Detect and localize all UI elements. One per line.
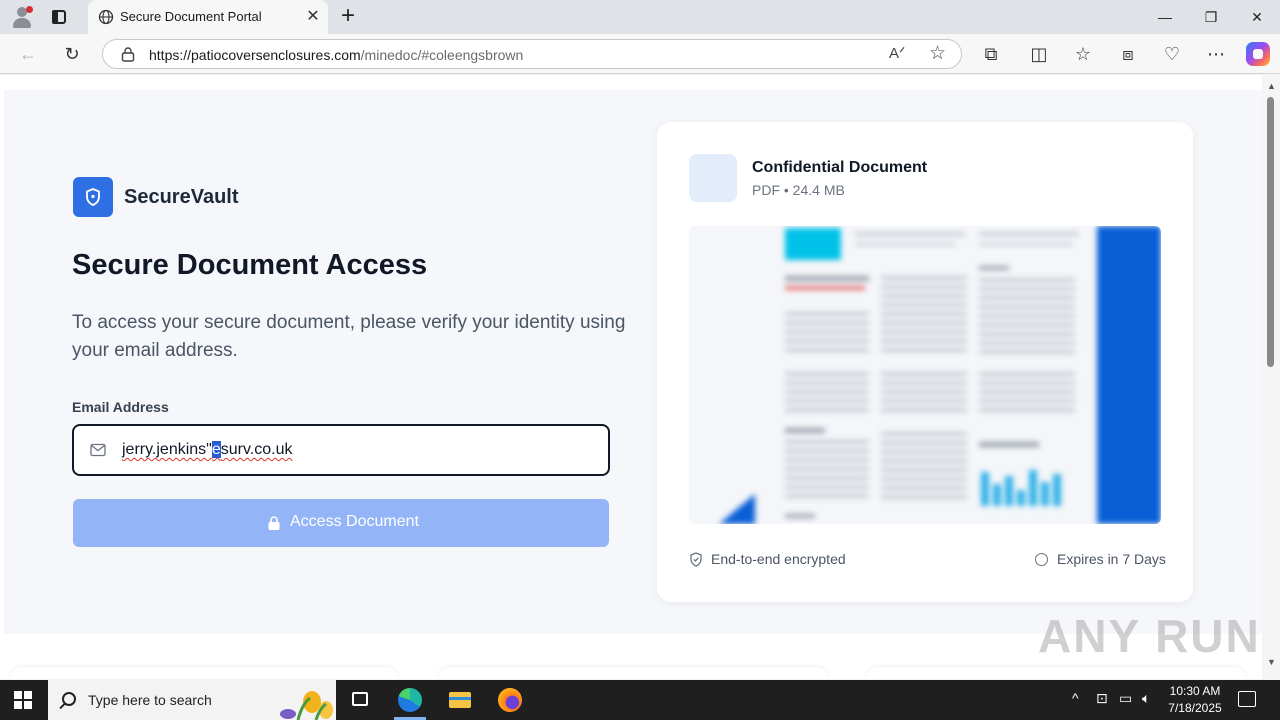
- file-explorer-icon[interactable]: [436, 680, 484, 720]
- encryption-status: End-to-end encrypted: [711, 551, 846, 567]
- firefox-icon[interactable]: [486, 680, 534, 720]
- page-scrollbar[interactable]: ▲ ▼: [1262, 75, 1280, 679]
- page-title: Secure Document Access: [72, 249, 428, 281]
- expiry-status: Expires in 7 Days: [1057, 551, 1166, 567]
- favorite-star-icon[interactable]: ☆: [929, 42, 946, 65]
- access-document-label: Access Document: [290, 513, 419, 530]
- new-tab-icon[interactable]: +: [336, 4, 360, 29]
- restore-button[interactable]: ❐: [1188, 0, 1234, 34]
- browser-tab-bar: Secure Document Portal ✕ + — ❐ ✕: [0, 0, 1280, 34]
- scroll-down-icon[interactable]: ▼: [1267, 657, 1276, 667]
- more-icon[interactable]: ⋯: [1204, 42, 1228, 66]
- watermark: ANY RUN: [1038, 610, 1261, 662]
- document-preview: [689, 226, 1161, 524]
- taskbar-search-box[interactable]: Type here to search: [48, 680, 336, 720]
- brand-name: SecureVault: [124, 186, 239, 208]
- scroll-up-icon[interactable]: ▲: [1267, 81, 1276, 91]
- notification-icon[interactable]: [1238, 691, 1256, 707]
- close-window-button[interactable]: ✕: [1234, 0, 1280, 34]
- volume-icon[interactable]: 🔈︎: [1142, 690, 1150, 707]
- taskbar-clock[interactable]: 10:30 AM 7/18/2025: [1166, 683, 1224, 717]
- search-icon: [62, 692, 76, 706]
- split-screen-icon[interactable]: ◫: [1027, 42, 1051, 66]
- lock-icon: [268, 516, 280, 530]
- edge-icon[interactable]: [386, 680, 434, 720]
- feature-card: [866, 667, 1246, 679]
- shield-icon: [73, 177, 113, 217]
- url-text: https://patiocoversenclosures.com/minedo…: [149, 47, 524, 63]
- site-info-icon[interactable]: [121, 46, 135, 62]
- extensions-icon[interactable]: ⧉: [979, 42, 1003, 66]
- copilot-icon[interactable]: [1246, 42, 1270, 66]
- collections-icon[interactable]: ⧈: [1116, 42, 1140, 66]
- email-field[interactable]: jerry.jenkins"esurv.co.uk: [72, 424, 610, 476]
- windows-taskbar: Type here to search ^ ⊡ ▭ 🔈︎ 10:30 AM 7/…: [0, 680, 1280, 720]
- back-icon[interactable]: ←: [16, 42, 40, 66]
- access-document-button[interactable]: Access Document: [73, 499, 609, 547]
- meet-now-icon[interactable]: ⊡: [1096, 690, 1108, 707]
- browser-essentials-icon[interactable]: ♡: [1160, 42, 1184, 66]
- tab-actions-icon[interactable]: [50, 8, 68, 26]
- windows-start-icon[interactable]: [14, 691, 32, 709]
- tray-chevron-icon[interactable]: ^: [1072, 690, 1079, 706]
- page-viewport: SecureVault Secure Document Access To ac…: [0, 75, 1262, 679]
- browser-nav-bar: ← ↻ https://patiocoversenclosures.com/mi…: [0, 34, 1280, 74]
- search-highlight-image: [280, 691, 333, 720]
- email-label: Email Address: [72, 399, 169, 415]
- tab-title: Secure Document Portal: [120, 9, 262, 24]
- shield-check-icon: [690, 552, 702, 567]
- globe-icon: [98, 9, 114, 25]
- document-meta: PDF • 24.4 MB: [752, 182, 845, 198]
- email-value: jerry.jenkins"esurv.co.uk: [122, 441, 293, 458]
- feature-card: [438, 667, 828, 679]
- close-icon[interactable]: ✕: [302, 6, 324, 28]
- minimize-button[interactable]: —: [1142, 0, 1188, 34]
- refresh-icon[interactable]: ↻: [60, 42, 84, 66]
- document-title: Confidential Document: [752, 159, 928, 176]
- document-card: Confidential Document PDF • 24.4 MB End-…: [657, 122, 1193, 602]
- clock-icon: [1035, 553, 1048, 566]
- document-icon: [689, 154, 737, 202]
- page-description: To access your secure document, please v…: [72, 312, 626, 361]
- clock-time: 10:30 AM: [1169, 684, 1221, 698]
- clock-date: 7/18/2025: [1168, 701, 1222, 715]
- browser-tab[interactable]: Secure Document Portal ✕: [88, 0, 328, 34]
- mail-icon: [90, 443, 106, 457]
- address-bar[interactable]: https://patiocoversenclosures.com/minedo…: [102, 39, 962, 69]
- feature-card: [10, 667, 398, 679]
- favorites-icon[interactable]: ☆: [1071, 42, 1095, 66]
- network-icon[interactable]: ▭: [1119, 690, 1132, 707]
- task-view-icon[interactable]: [336, 680, 384, 720]
- read-aloud-icon[interactable]: Aᐟ: [889, 44, 905, 62]
- profile-icon[interactable]: [10, 5, 34, 29]
- scroll-thumb[interactable]: [1267, 97, 1274, 367]
- search-placeholder: Type here to search: [88, 692, 212, 708]
